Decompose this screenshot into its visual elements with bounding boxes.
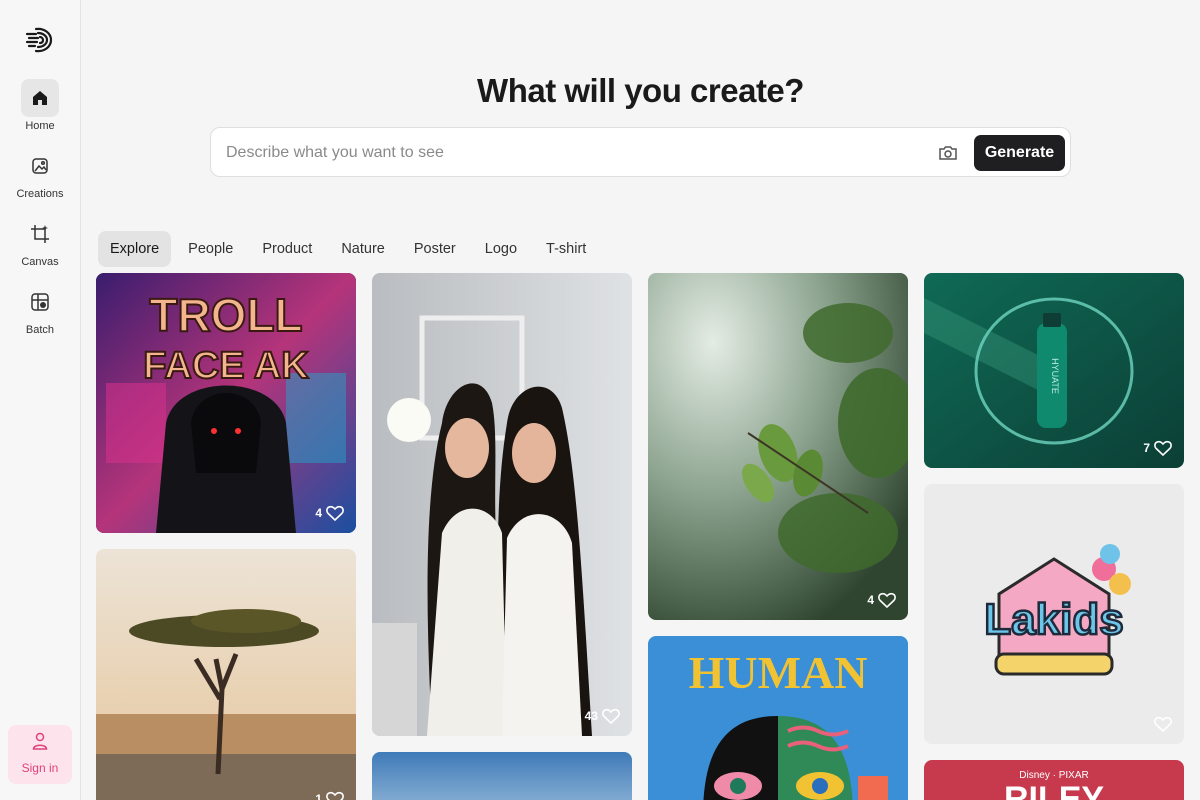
- blue-scene-card[interactable]: [372, 752, 632, 800]
- like-count-value: 7: [1143, 441, 1150, 455]
- prompt-bar: Generate: [210, 127, 1071, 177]
- troll-face-card[interactable]: TROLL FACE AK 4: [96, 273, 356, 533]
- app-logo-icon[interactable]: [24, 24, 56, 56]
- sidebar-item-home[interactable]: Home: [0, 79, 80, 132]
- leaves-card[interactable]: 4: [648, 273, 908, 620]
- sidebar-item-label: Canvas: [21, 256, 59, 268]
- lakids-logo-artwork: Lakids: [983, 544, 1131, 676]
- sidebar-item-label: Batch: [25, 324, 55, 336]
- twins-card[interactable]: 43: [372, 273, 632, 736]
- troll-face-artwork: TROLL FACE AK: [96, 273, 356, 533]
- card-text: RILEY: [1004, 780, 1104, 800]
- image-icon: [21, 147, 59, 185]
- heart-icon: [326, 791, 344, 800]
- sign-in-label: Sign in: [21, 761, 59, 775]
- card-text: HUMAN: [689, 647, 868, 698]
- tab-poster[interactable]: Poster: [402, 231, 468, 267]
- riley-poster-artwork: Disney · PIXAR RILEY: [924, 760, 1184, 800]
- tab-logo[interactable]: Logo: [473, 231, 529, 267]
- prompt-input[interactable]: [226, 140, 906, 166]
- sidebar-item-label: Creations: [16, 188, 64, 200]
- card-text: TROLL: [149, 289, 302, 341]
- sidebar-item-batch[interactable]: Batch: [0, 283, 80, 336]
- generate-button[interactable]: Generate: [974, 135, 1065, 171]
- human-poster-artwork: HUMAN: [648, 636, 908, 800]
- tab-nature[interactable]: Nature: [329, 231, 397, 267]
- card-text: HYUATE: [1050, 358, 1060, 394]
- like-count-value: 1: [315, 792, 322, 800]
- sidebar-item-creations[interactable]: Creations: [0, 147, 80, 200]
- crop-sparkle-icon: [21, 215, 59, 253]
- riley-poster-card[interactable]: Disney · PIXAR RILEY: [924, 760, 1184, 800]
- water-bottle-artwork: HYUATE: [924, 273, 1184, 468]
- lakids-logo-card[interactable]: Lakids: [924, 484, 1184, 744]
- heart-icon: [326, 505, 344, 521]
- heart-icon: [1154, 716, 1172, 732]
- like-count[interactable]: 43: [585, 708, 620, 724]
- heart-icon: [1154, 440, 1172, 456]
- sidebar-item-label: Home: [25, 120, 55, 132]
- like-count[interactable]: 7: [1143, 440, 1172, 456]
- user-icon: [32, 732, 48, 750]
- tab-explore[interactable]: Explore: [98, 231, 172, 267]
- like-count[interactable]: 4: [867, 592, 896, 608]
- like-count-value: 43: [584, 709, 598, 723]
- water-bottle-card[interactable]: HYUATE 7: [924, 273, 1184, 468]
- green-leaves-artwork: [648, 273, 908, 620]
- page-title: What will you create?: [477, 72, 804, 109]
- grid-image-icon: [21, 283, 59, 321]
- category-tabs: Explore People Product Nature Poster Log…: [98, 231, 603, 267]
- sidebar-item-canvas[interactable]: Canvas: [0, 215, 80, 268]
- heart-icon: [602, 708, 620, 724]
- savanna-tree-artwork: [96, 549, 356, 800]
- tree-card[interactable]: 1: [96, 549, 356, 800]
- card-text: FACE AK: [143, 345, 309, 387]
- home-icon: [21, 79, 59, 117]
- like-count-value: 4: [867, 593, 874, 607]
- card-text: Lakids: [984, 595, 1123, 644]
- heart-icon: [878, 592, 896, 608]
- tab-product[interactable]: Product: [250, 231, 324, 267]
- tab-tshirt[interactable]: T-shirt: [534, 231, 598, 267]
- like-count[interactable]: 1: [315, 791, 344, 800]
- sidebar: Home Creations Canvas Batch Sign in: [0, 0, 81, 800]
- human-poster-card[interactable]: HUMAN: [648, 636, 908, 800]
- twins-portrait-artwork: [372, 273, 632, 736]
- sign-in-button[interactable]: Sign in: [8, 725, 72, 784]
- tab-people[interactable]: People: [176, 231, 245, 267]
- like-count-value: 4: [315, 506, 322, 520]
- like-button[interactable]: [1150, 716, 1172, 732]
- camera-icon[interactable]: [937, 142, 959, 164]
- like-count[interactable]: 4: [315, 505, 344, 521]
